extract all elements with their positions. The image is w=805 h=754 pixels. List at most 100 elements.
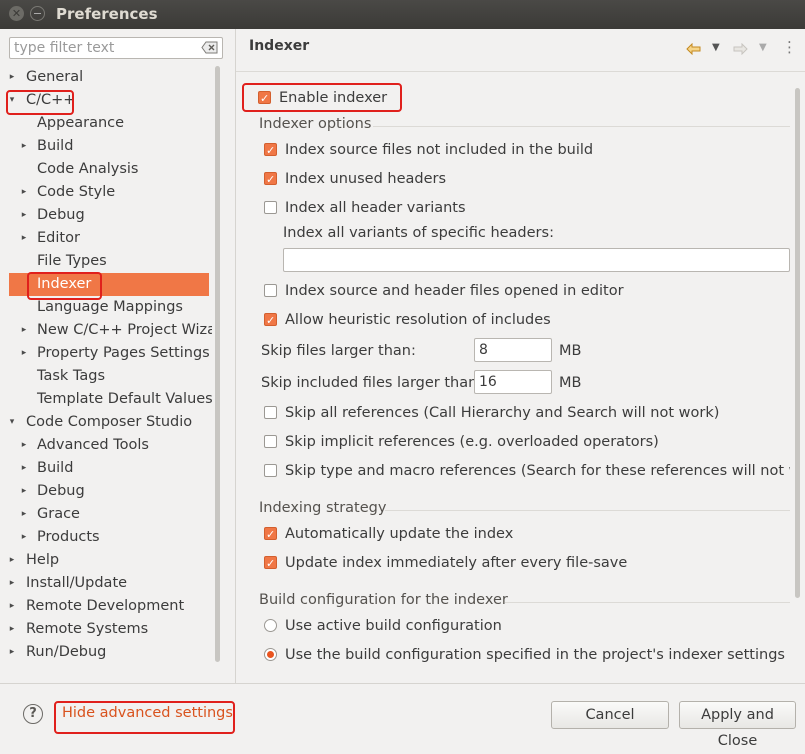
expand-arrow-icon[interactable]: ▸ xyxy=(19,480,29,503)
content-scrollbar[interactable] xyxy=(793,76,802,666)
checkbox-label: Allow heuristic resolution of includes xyxy=(285,312,551,328)
tree-item-editor[interactable]: ▸ Editor xyxy=(0,227,212,250)
radio-icon[interactable] xyxy=(264,648,277,661)
tree-item-file-types[interactable]: File Types xyxy=(0,250,212,273)
collapse-arrow-icon[interactable]: ▾ xyxy=(7,411,17,434)
expand-arrow-icon[interactable]: ▸ xyxy=(19,319,29,342)
checkbox-icon[interactable] xyxy=(264,553,277,575)
tree-item-cpp[interactable]: ▾ C/C++ xyxy=(0,89,212,112)
expand-arrow-icon[interactable]: ▸ xyxy=(7,66,17,89)
expand-arrow-icon[interactable]: ▸ xyxy=(7,595,17,618)
checkbox-label: Index unused headers xyxy=(285,171,447,187)
tree-item-property-pages[interactable]: ▸ Property Pages Settings xyxy=(0,342,212,365)
cancel-button[interactable]: Cancel xyxy=(551,701,669,729)
tree-item-grace[interactable]: ▸ Grace xyxy=(0,503,212,526)
group-divider xyxy=(373,126,790,127)
tree-item-run-debug[interactable]: ▸ Run/Debug xyxy=(0,641,212,664)
expand-arrow-icon[interactable]: ▸ xyxy=(19,135,29,158)
tree-scrollbar[interactable] xyxy=(213,66,222,666)
view-menu-icon[interactable]: ⋮ xyxy=(782,38,797,56)
hide-advanced-settings-link[interactable]: Hide advanced settings xyxy=(62,705,233,721)
specific-headers-label: Index all variants of specific headers: xyxy=(283,225,554,241)
skip-included-unit: MB xyxy=(559,375,582,391)
close-window-icon[interactable]: ✕ xyxy=(9,6,24,21)
tree-item-code-analysis[interactable]: Code Analysis xyxy=(0,158,212,181)
apply-and-close-button[interactable]: Apply and Close xyxy=(679,701,796,749)
tree-item-new-project-wizard[interactable]: ▸ New C/C++ Project Wizard xyxy=(0,319,212,342)
tree-item-build[interactable]: ▸ Build xyxy=(0,135,212,158)
tree-item-label: Debug xyxy=(37,207,85,223)
checkbox-label: Automatically update the index xyxy=(285,526,514,542)
expand-arrow-icon[interactable]: ▸ xyxy=(19,503,29,526)
tree-item-label: Appearance xyxy=(37,115,125,131)
tree-item-label: Build xyxy=(37,460,74,476)
expand-arrow-icon[interactable]: ▸ xyxy=(19,342,29,365)
tree-item-task-tags[interactable]: Task Tags xyxy=(0,365,212,388)
group-title-indexer-options: Indexer options xyxy=(259,116,372,132)
tree-item-code-composer-studio[interactable]: ▾ Code Composer Studio xyxy=(0,411,212,434)
skip-files-larger-label: Skip files larger than: xyxy=(261,343,416,359)
tree-item-ccs-build[interactable]: ▸ Build xyxy=(0,457,212,480)
tree-item-indexer[interactable]: Indexer xyxy=(9,273,209,296)
tree-item-code-style[interactable]: ▸ Code Style xyxy=(0,181,212,204)
tree-item-remote-systems[interactable]: ▸ Remote Systems xyxy=(0,618,212,641)
skip-included-larger-input[interactable]: 16 xyxy=(474,370,552,394)
tree-item-install-update[interactable]: ▸ Install/Update xyxy=(0,572,212,595)
expand-arrow-icon[interactable]: ▸ xyxy=(7,572,17,595)
group-title-build-config: Build configuration for the indexer xyxy=(259,592,508,608)
tree-item-template-defaults[interactable]: Template Default Values xyxy=(0,388,212,411)
expand-arrow-icon[interactable]: ▸ xyxy=(19,526,29,549)
specific-headers-input[interactable] xyxy=(283,248,790,272)
scrollbar-thumb[interactable] xyxy=(795,88,800,598)
checkbox-label: Skip all references (Call Hierarchy and … xyxy=(285,405,720,421)
tree-item-help[interactable]: ▸ Help xyxy=(0,549,212,572)
filter-field[interactable] xyxy=(9,37,223,59)
tree-item-label: Help xyxy=(26,552,60,568)
tree-item-products[interactable]: ▸ Products xyxy=(0,526,212,549)
tree-item-label: New C/C++ Project Wizard xyxy=(37,322,212,338)
help-icon[interactable]: ? xyxy=(23,704,43,724)
tree-item-remote-development[interactable]: ▸ Remote Development xyxy=(0,595,212,618)
collapse-arrow-icon[interactable]: ▾ xyxy=(7,89,17,112)
expand-arrow-icon[interactable]: ▸ xyxy=(19,227,29,250)
forward-menu-chevron-icon[interactable]: ▼ xyxy=(759,42,767,53)
checkbox-icon[interactable] xyxy=(264,310,277,332)
skip-files-unit: MB xyxy=(559,343,582,359)
expand-arrow-icon[interactable]: ▸ xyxy=(7,549,17,572)
tree-item-advanced-tools[interactable]: ▸ Advanced Tools xyxy=(0,434,212,457)
expand-arrow-icon[interactable]: ▸ xyxy=(7,641,17,664)
minimize-window-icon[interactable] xyxy=(30,6,45,21)
back-arrow-icon[interactable] xyxy=(686,43,701,55)
checkbox-icon[interactable] xyxy=(264,140,277,162)
expand-arrow-icon[interactable]: ▸ xyxy=(7,618,17,641)
expand-arrow-icon[interactable]: ▸ xyxy=(19,204,29,227)
checkbox-icon[interactable] xyxy=(264,524,277,546)
skip-files-larger-input[interactable]: 8 xyxy=(474,338,552,362)
expand-arrow-icon[interactable]: ▸ xyxy=(19,434,29,457)
filter-input[interactable] xyxy=(10,38,194,58)
clear-filter-icon[interactable] xyxy=(201,41,218,54)
checkbox-icon[interactable] xyxy=(264,435,277,448)
forward-arrow-icon[interactable] xyxy=(733,43,748,55)
back-menu-chevron-icon[interactable]: ▼ xyxy=(712,42,720,53)
checkbox-icon[interactable] xyxy=(264,464,277,477)
tree-item-language-mappings[interactable]: Language Mappings xyxy=(0,296,212,319)
tree-item-label: Task Tags xyxy=(37,368,106,384)
tree-item-appearance[interactable]: Appearance xyxy=(0,112,212,135)
skip-included-larger-label: Skip included files larger than: xyxy=(261,375,483,391)
expand-arrow-icon[interactable]: ▸ xyxy=(19,181,29,204)
checkbox-icon[interactable] xyxy=(264,284,277,297)
checkbox-icon[interactable] xyxy=(258,88,271,110)
tree-item-general[interactable]: ▸ General xyxy=(0,66,212,89)
checkbox-icon[interactable] xyxy=(264,201,277,214)
checkbox-icon[interactable] xyxy=(264,406,277,419)
checkbox-label: Index source and header files opened in … xyxy=(285,283,624,299)
tree-item-label: Editor xyxy=(37,230,80,246)
checkbox-icon[interactable] xyxy=(264,169,277,191)
radio-icon[interactable] xyxy=(264,619,277,632)
scrollbar-thumb[interactable] xyxy=(215,66,220,662)
tree-item-ccs-debug[interactable]: ▸ Debug xyxy=(0,480,212,503)
tree-item-debug[interactable]: ▸ Debug xyxy=(0,204,212,227)
pane-divider[interactable] xyxy=(235,29,236,684)
expand-arrow-icon[interactable]: ▸ xyxy=(19,457,29,480)
